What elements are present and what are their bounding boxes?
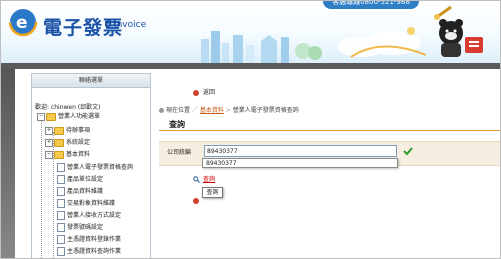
tree-item-product-data[interactable]: 產品資料維護: [57, 187, 103, 197]
tree-item-label: 營業人接收方式設定: [67, 212, 122, 219]
section-divider: [159, 130, 500, 131]
welcome-user-text: 歡迎: chinwen (邱歡文): [35, 104, 101, 111]
document-icon: [57, 163, 65, 172]
document-icon: [57, 175, 65, 184]
sidebar-title: 聯絡選單: [32, 74, 150, 88]
document-icon: [57, 199, 65, 208]
e-invoice-logo-icon: e: [8, 7, 38, 37]
site-header: e 電子發票 E-Invoice 客服專線0800-521-988: [1, 1, 500, 63]
tree-item-eligibility-query[interactable]: 營業人電子發票資格查詢: [57, 163, 133, 173]
collapse-icon[interactable]: −: [45, 150, 53, 159]
section-title: 查詢: [169, 120, 185, 129]
document-icon: [57, 223, 65, 232]
autocomplete-option[interactable]: 89430377: [202, 158, 398, 168]
back-label: 返回: [203, 89, 216, 96]
back-link[interactable]: 返回: [193, 87, 215, 96]
breadcrumb-prefix: 現在位置: [166, 107, 191, 114]
folder-icon: [54, 138, 64, 147]
search-link[interactable]: 查詢: [193, 174, 215, 183]
company-id-label: 公司統編: [167, 149, 192, 156]
service-hotline: 客服專線0800-521-988: [323, 1, 419, 9]
document-icon: [57, 211, 65, 220]
tree-item-todo[interactable]: + 待辦事項: [45, 126, 90, 136]
location-pin-icon: [159, 108, 164, 113]
tree-item-voucher-entry[interactable]: 主憑證資料登錄作業: [57, 235, 121, 245]
left-edge-panel: [1, 69, 15, 258]
tree-item-label: 產品單位設定: [67, 176, 104, 183]
search-tooltip: 查詢: [202, 187, 223, 198]
breadcrumb-link-basic-data[interactable]: 基本資料: [200, 107, 224, 114]
tree-item-basic-data[interactable]: − 基本資料: [45, 150, 90, 160]
tree-item-label: 發票號碼設定: [67, 224, 104, 231]
checkmark-icon: [403, 147, 413, 156]
breadcrumb-current: 營業人電子發票資格查詢: [232, 107, 299, 114]
tree-item-trading-partner[interactable]: 交易對象資料維護: [57, 199, 115, 209]
cloud-illustration: [337, 27, 427, 58]
tree-item-label: 主憑證資料登錄作業: [67, 236, 122, 243]
search-link-label: 查詢: [203, 176, 216, 183]
tree-root-label: 營業人功能選單: [58, 113, 101, 120]
browser-frame: e 電子發票 E-Invoice 客服專線0800-521-988 聯絡選單 歡…: [0, 0, 501, 259]
collapse-icon[interactable]: −: [37, 112, 45, 121]
header-divider-bar: [1, 63, 500, 69]
expand-icon[interactable]: +: [45, 126, 53, 135]
tree-item-label: 營業人電子發票資格查詢: [67, 164, 134, 171]
tree-item-label: 主憑證資料查詢作業: [67, 248, 122, 255]
tree-item-receive-method[interactable]: 營業人接收方式設定: [57, 211, 121, 221]
tree-item-voucher-query[interactable]: 主憑證資料查詢作業: [57, 247, 121, 257]
svg-text:e: e: [16, 13, 28, 33]
folder-icon: [54, 126, 64, 135]
tree-item-label: 系統設定: [66, 139, 91, 146]
tree-item-invoice-number[interactable]: 發票號碼設定: [57, 223, 103, 233]
folder-icon: [46, 112, 56, 121]
bear-mascot-icon: [434, 5, 483, 57]
document-icon: [57, 187, 65, 196]
tree-root[interactable]: − 營業人功能選單: [37, 112, 100, 122]
tree-item-label: 待辦事項: [66, 127, 91, 134]
logo-subtitle: E-Invoice: [105, 20, 147, 30]
document-icon: [57, 235, 65, 244]
back-arrow-icon[interactable]: [193, 198, 199, 204]
tree-item-label: 交易對象資料維護: [67, 200, 116, 207]
tree-line: [41, 118, 42, 258]
expand-icon[interactable]: +: [45, 138, 53, 147]
breadcrumb: 現在位置 ／ 基本資料 > 營業人電子發票資格查詢: [159, 105, 299, 114]
company-id-input[interactable]: 89430377: [204, 145, 397, 157]
tree-item-label: 產品資料維護: [67, 188, 104, 195]
tree-item-label: 基本資料: [66, 151, 91, 158]
back-arrow-icon: [193, 89, 199, 96]
city-skyline-illustration: [201, 31, 322, 63]
folder-icon: [54, 150, 64, 159]
tree-item-system-settings[interactable]: + 系統設定: [45, 138, 90, 148]
document-icon: [57, 247, 65, 256]
tree-item-product-unit[interactable]: 產品單位設定: [57, 175, 103, 185]
magnifier-icon: [193, 176, 200, 183]
